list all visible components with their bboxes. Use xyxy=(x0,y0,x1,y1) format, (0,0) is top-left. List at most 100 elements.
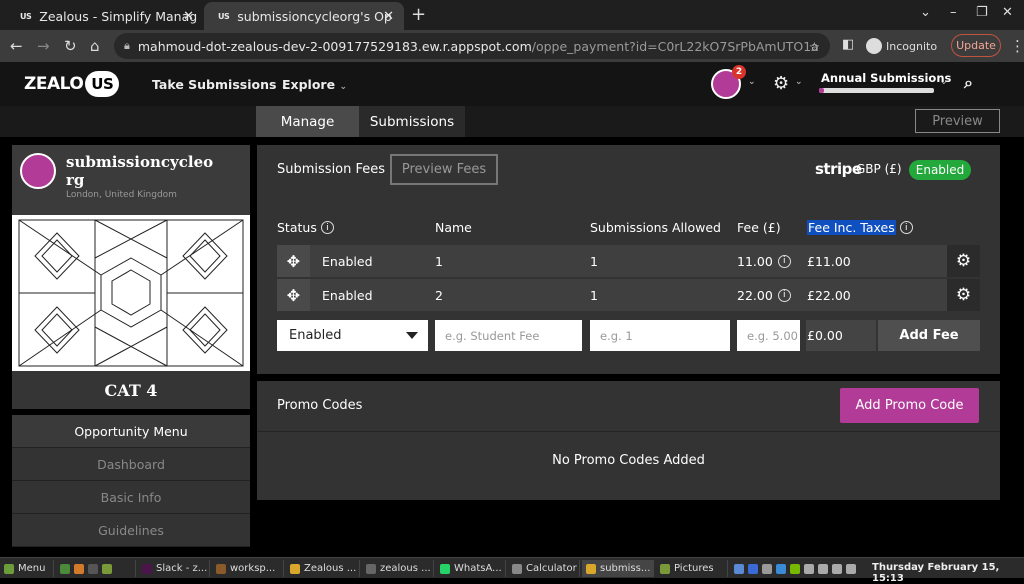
preview-button[interactable]: Preview xyxy=(915,109,1000,133)
back-icon[interactable]: ← xyxy=(10,37,23,55)
taskbar-whatsapp[interactable]: WhatsA... xyxy=(436,560,506,577)
reload-icon[interactable]: ↻ xyxy=(64,37,77,55)
browser-menu-icon[interactable]: ⋮ xyxy=(1010,37,1024,55)
new-fee-name-input[interactable]: e.g. Student Fee xyxy=(435,320,582,351)
nav-take-submissions[interactable]: Take Submissions ⌄ xyxy=(152,77,288,92)
sidebar-item-basic-info[interactable]: Basic Info xyxy=(12,481,250,514)
incognito-indicator[interactable]: Incognito xyxy=(866,38,937,54)
update-button[interactable]: Update xyxy=(951,34,1001,57)
tray-app-icon xyxy=(734,563,744,574)
taskbar-label: Pictures xyxy=(674,563,714,574)
info-icon[interactable]: i xyxy=(899,221,913,234)
new-fee-inc-value: £0.00 xyxy=(806,320,876,351)
tray-icon xyxy=(804,563,814,574)
taskbar-launchers[interactable] xyxy=(56,560,136,577)
stripe-status-badge: Enabled xyxy=(909,160,971,180)
forward-icon[interactable]: → xyxy=(37,37,50,55)
dropdown-caret-icon xyxy=(406,332,418,339)
nav-explore[interactable]: Explore ⌄ xyxy=(282,77,347,92)
add-promo-code-button[interactable]: Add Promo Code xyxy=(840,388,979,423)
close-tab-icon[interactable]: ✕ xyxy=(183,9,194,24)
taskbar-menu[interactable]: Menu xyxy=(0,560,54,577)
chevron-down-icon[interactable]: ⌄ xyxy=(940,77,948,87)
row-name: 1 xyxy=(435,253,443,269)
header-label: Name xyxy=(435,220,472,235)
taskbar-label: worksp... xyxy=(230,563,276,574)
info-icon[interactable]: i xyxy=(777,254,791,268)
new-fee-amount-input[interactable]: e.g. 5.00 xyxy=(737,320,800,351)
drag-handle-icon[interactable]: ✥ xyxy=(277,279,310,311)
tray-icon xyxy=(762,563,772,574)
taskbar-label: zealous ... xyxy=(380,563,431,574)
add-fee-button[interactable]: Add Fee xyxy=(878,320,980,351)
progress-fill xyxy=(819,88,824,93)
close-window-icon[interactable]: ✕ xyxy=(1002,5,1013,20)
submission-fees-panel: Submission Fees Preview Fees stripe GBP … xyxy=(257,145,1000,374)
info-icon[interactable]: i xyxy=(777,288,791,302)
url-host: mahmoud-dot-zealous-dev-2-009177529183.e… xyxy=(137,38,532,54)
system-tray[interactable] xyxy=(730,560,868,577)
tab-manage[interactable]: Manage xyxy=(256,106,359,137)
url-bar[interactable]: 🔒︎ mahmoud-dot-zealous-dev-2-00917752918… xyxy=(114,33,830,59)
firefox-icon xyxy=(74,563,84,574)
header-label: Fee (£) xyxy=(737,220,781,235)
annual-submissions-label[interactable]: Annual Submissions xyxy=(821,71,951,85)
row-settings-gear-icon[interactable]: ⚙ xyxy=(947,245,980,277)
sidebar-item-dashboard[interactable]: Dashboard xyxy=(12,448,250,481)
new-tab-icon[interactable]: + xyxy=(411,4,426,25)
taskbar-zealous-chrome[interactable]: Zealous ... xyxy=(286,560,360,577)
tab-search-icon[interactable]: ⌄ xyxy=(920,5,931,20)
header-label: Status xyxy=(277,220,317,235)
taskbar-label: Slack - z... xyxy=(156,563,208,574)
bookmark-star-icon[interactable]: ☆ xyxy=(809,39,820,54)
nav-label: Explore xyxy=(282,77,336,92)
folder-icon xyxy=(102,563,112,574)
sidebar-item-guidelines[interactable]: Guidelines xyxy=(12,514,250,547)
taskbar-workspace[interactable]: worksp... xyxy=(212,560,284,577)
taskbar-submissions-chrome[interactable]: submiss... xyxy=(582,560,654,577)
chevron-down-icon[interactable]: ⌄ xyxy=(748,77,756,87)
nvidia-icon xyxy=(790,563,800,574)
restore-icon[interactable]: ❐ xyxy=(976,5,988,20)
taskbar-slack[interactable]: Slack - z... xyxy=(138,560,210,577)
taskbar-label: Calculator xyxy=(526,563,577,574)
taskbar-calculator[interactable]: Calculator xyxy=(508,560,580,577)
org-name-line1: submissioncycleo xyxy=(66,153,214,171)
incognito-label: Incognito xyxy=(886,39,938,53)
whatsapp-icon xyxy=(440,563,450,574)
tab-submissions[interactable]: Submissions xyxy=(359,106,465,137)
taskbar-pictures[interactable]: Pictures xyxy=(656,560,728,577)
opportunity-menu: Opportunity Menu Dashboard Basic Info Gu… xyxy=(12,415,250,547)
new-fee-allowed-input[interactable]: e.g. 1 xyxy=(590,320,730,351)
select-value: Enabled xyxy=(289,328,342,343)
search-icon[interactable]: ⌕ xyxy=(964,73,973,93)
sidebar-toggle-icon[interactable]: ◧ xyxy=(842,37,854,52)
browser-tab-submissioncycleorg[interactable]: US submissioncycleorg's Op ✕ xyxy=(204,2,404,30)
divider xyxy=(257,431,1000,432)
zealous-logo[interactable]: ZEALO US xyxy=(24,71,120,97)
taskbar-zealous-slack[interactable]: zealous ... xyxy=(362,560,434,577)
info-icon[interactable]: i xyxy=(320,221,334,234)
column-header-fee-inc-taxes: Fee Inc. Taxes i xyxy=(807,220,913,235)
system-clock[interactable]: Thursday February 15, 15:13 xyxy=(872,562,1024,584)
row-settings-gear-icon[interactable]: ⚙ xyxy=(947,279,980,311)
row-allowed: 1 xyxy=(590,253,598,269)
console-icon xyxy=(88,563,98,574)
new-fee-status-select[interactable]: Enabled xyxy=(277,320,428,351)
gear-icon[interactable]: ⚙ xyxy=(773,73,789,94)
browser-tab-zealous[interactable]: US Zealous - Simplify Manag ✕ xyxy=(6,2,204,30)
close-tab-icon[interactable]: ✕ xyxy=(383,9,394,24)
tab-label: Manage xyxy=(280,113,335,130)
preview-fees-button[interactable]: Preview Fees xyxy=(390,154,498,185)
minimize-icon[interactable]: – xyxy=(950,5,957,20)
drag-handle-icon[interactable]: ✥ xyxy=(277,245,310,277)
app-header: ZEALO US Take Submissions ⌄ Explore ⌄ 2 … xyxy=(0,62,1024,106)
url-path: /oppe_payment?id=C0rL22kO7SrPbAmUTO1a xyxy=(531,38,819,54)
org-location: London, United Kingdom xyxy=(66,190,177,200)
chrome-icon xyxy=(586,563,596,574)
home-icon[interactable]: ⌂ xyxy=(90,37,100,55)
chevron-down-icon[interactable]: ⌄ xyxy=(795,77,803,87)
promo-codes-title: Promo Codes xyxy=(277,398,363,413)
row-status: Enabled xyxy=(322,253,373,269)
opportunity-menu-title: Opportunity Menu xyxy=(12,415,250,448)
